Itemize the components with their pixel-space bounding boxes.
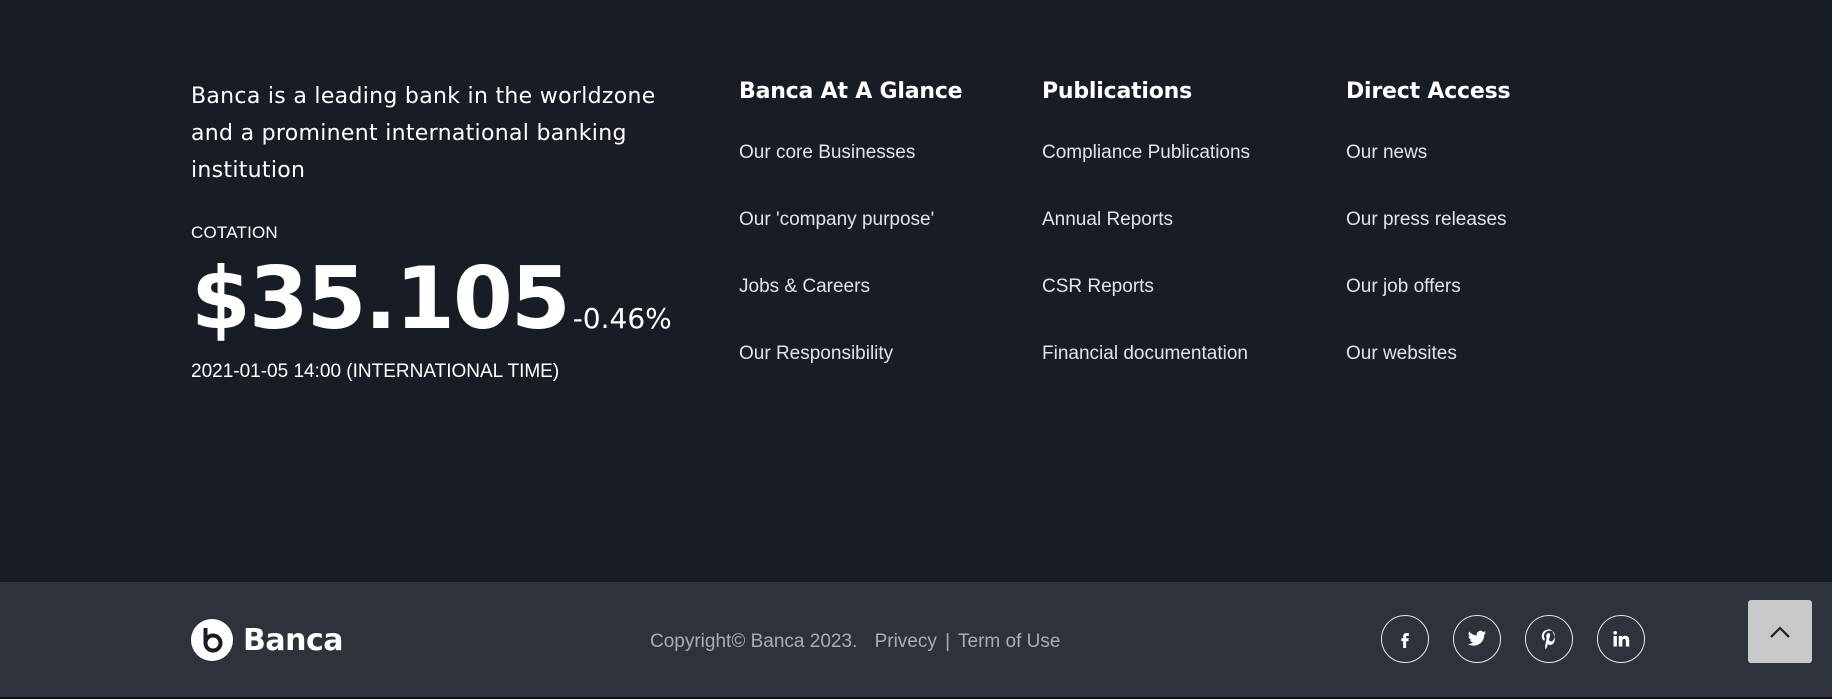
link-list: Our core Businesses Our 'company purpose… [739,141,962,409]
legal-links: Privecy | Term of Use [875,631,1061,652]
link-list: Compliance Publications Annual Reports C… [1042,141,1250,409]
legal-separator: | [945,631,951,652]
footer-link-compliance-publications[interactable]: Compliance Publications [1042,141,1250,208]
brand-logo-icon [191,619,233,661]
column-banca-at-a-glance: Banca At A Glance Our core Businesses Ou… [739,78,963,409]
quote-timestamp: 2021-01-05 14:00 (INTERNATIONAL TIME) [191,361,560,382]
footer-link-news[interactable]: Our news [1346,141,1510,208]
about-description: Banca is a leading bank in the worldzone… [191,84,656,183]
footer-link-responsibility[interactable]: Our Responsibility [739,342,962,409]
link-list: Our news Our press releases Our job offe… [1346,141,1510,409]
footer-link-jobs-careers[interactable]: Jobs & Careers [739,275,962,342]
linkedin-icon [1613,631,1630,647]
footer-link-press-releases[interactable]: Our press releases [1346,208,1510,275]
scroll-to-top-button[interactable] [1748,600,1812,663]
copyright-area: Copyright© Banca 2023. Privecy | Term of… [650,631,1060,653]
column-title: Direct Access [1346,79,1511,104]
twitter-icon [1467,630,1487,646]
about-section: Banca is a leading bank in the worldzone… [191,78,691,383]
linkedin-button[interactable] [1597,615,1645,663]
footer-link-company-purpose[interactable]: Our 'company purpose' [739,208,962,275]
pinterest-icon [1541,629,1555,649]
twitter-button[interactable] [1453,615,1501,663]
footer-main: Banca is a leading bank in the worldzone… [0,0,1832,582]
footer-link-websites[interactable]: Our websites [1346,342,1510,409]
footer-link-financial-documentation[interactable]: Financial documentation [1042,342,1250,409]
facebook-icon [1401,633,1409,648]
footer-link-annual-reports[interactable]: Annual Reports [1042,208,1250,275]
stock-quote: $35.105 -0.46% [191,249,691,349]
footer-link-csr-reports[interactable]: CSR Reports [1042,275,1250,342]
social-links [1381,615,1669,663]
privacy-link[interactable]: Privecy [875,631,937,652]
copyright-text: Copyright© Banca 2023. [650,631,858,652]
stock-change: -0.46% [572,302,672,335]
brand[interactable]: Banca [191,619,344,661]
chevron-up-icon [1770,625,1790,638]
stock-price: $35.105 [191,249,571,349]
column-title: Banca At A Glance [739,79,963,104]
pinterest-button[interactable] [1525,615,1573,663]
column-publications: Publications Compliance Publications Ann… [1042,78,1250,409]
brand-name: Banca [243,622,344,658]
footer-bottom-bar: Banca Copyright© Banca 2023. Privecy | T… [0,582,1832,698]
footer-link-core-businesses[interactable]: Our core Businesses [739,141,962,208]
footer-link-job-offers[interactable]: Our job offers [1346,275,1510,342]
column-direct-access: Direct Access Our news Our press release… [1346,78,1511,409]
terms-link[interactable]: Term of Use [958,631,1060,652]
facebook-button[interactable] [1381,615,1429,663]
cotation-label: COTATION [191,223,278,242]
column-title: Publications [1042,79,1193,104]
